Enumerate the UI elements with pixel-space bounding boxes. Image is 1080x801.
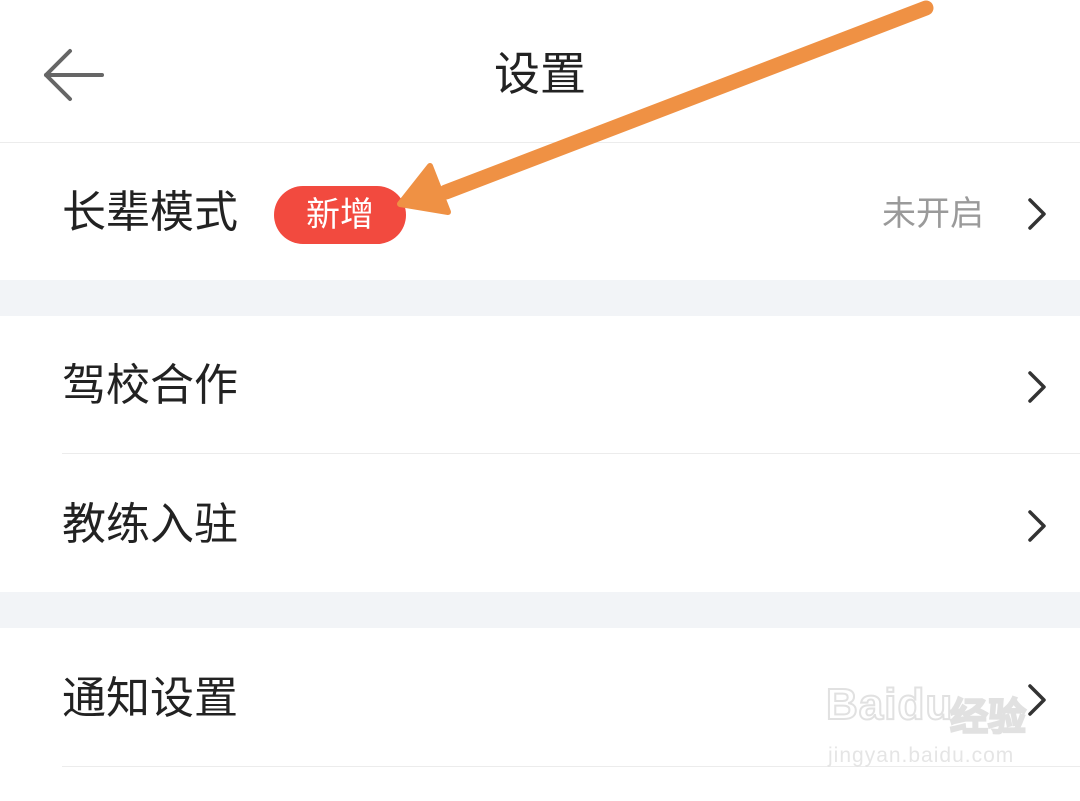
settings-item-label: 教练入驻 bbox=[62, 499, 238, 550]
settings-item-elder-mode[interactable]: 长辈模式 新增 未开启 bbox=[0, 143, 1080, 280]
section-divider bbox=[0, 280, 1080, 316]
settings-item-label: 驾校合作 bbox=[62, 360, 238, 411]
settings-item-coach-join[interactable]: 教练入驻 bbox=[0, 454, 1080, 592]
settings-item-label: 通知设置 bbox=[62, 673, 238, 724]
chevron-right-icon bbox=[1028, 684, 1046, 716]
page-title: 设置 bbox=[494, 47, 586, 101]
settings-item-label: 长辈模式 bbox=[62, 187, 238, 238]
section-divider bbox=[0, 592, 1080, 628]
row-divider bbox=[62, 766, 1080, 767]
chevron-right-icon bbox=[1028, 198, 1046, 230]
top-bar: 设置 bbox=[0, 0, 1080, 143]
chevron-right-icon bbox=[1028, 371, 1046, 403]
settings-item-notification[interactable]: 通知设置 bbox=[0, 628, 1080, 766]
chevron-right-icon bbox=[1028, 510, 1046, 542]
settings-item-driving-school[interactable]: 驾校合作 bbox=[0, 316, 1080, 453]
elder-mode-status: 未开启 bbox=[882, 194, 984, 234]
new-badge: 新增 bbox=[274, 186, 406, 244]
